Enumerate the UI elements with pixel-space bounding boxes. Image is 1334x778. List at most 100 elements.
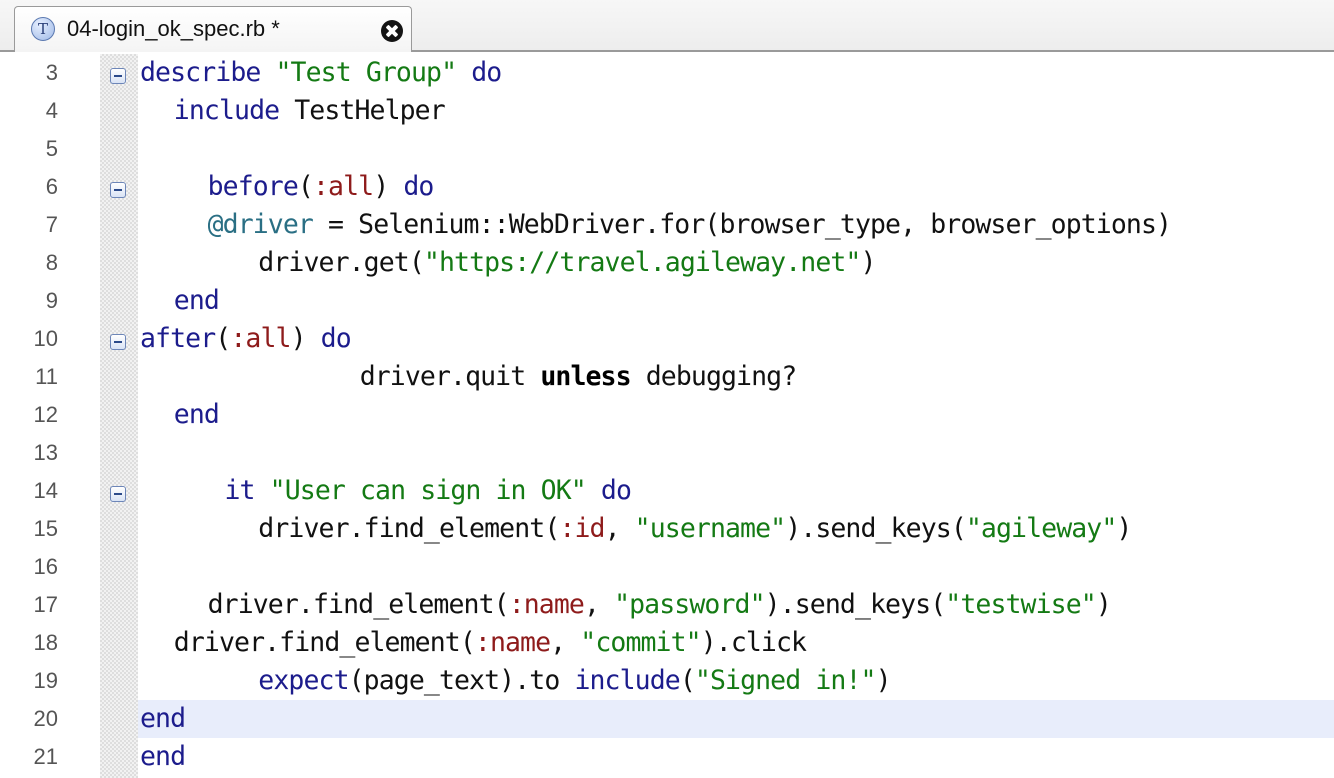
line-number: 5 <box>45 136 58 161</box>
code-line[interactable]: 19 expect(page_text).to include("Signed i… <box>0 662 1334 700</box>
code-line[interactable]: 13 <box>0 434 1334 472</box>
code-token-plain: ) <box>1116 513 1132 544</box>
code-line[interactable]: 3 describe "Test Group" do <box>0 54 1334 92</box>
code-token-kwb: unless <box>540 361 631 392</box>
code-line[interactable]: 11 driver.quit unless debugging? <box>0 358 1334 396</box>
collapse-fold-icon[interactable] <box>110 486 126 502</box>
code-text: it "User can sign in OK" do <box>225 472 632 510</box>
code-text: end <box>174 282 220 320</box>
code-token-kw: after <box>140 323 216 354</box>
code-token-str: "commit" <box>580 627 701 658</box>
code-token-plain: ) <box>373 171 404 202</box>
code-text: include TestHelper <box>173 92 446 130</box>
code-token-plain: driver.get( <box>258 247 425 278</box>
code-text: before(:all) do <box>207 168 435 206</box>
code-text: end <box>173 396 220 434</box>
code-line[interactable]: 17 driver.find_element(:name, "password")… <box>0 586 1334 624</box>
code-line[interactable]: 7 @driver = Selenium::WebDriver.for(brows… <box>0 206 1334 244</box>
code-token-kw: end <box>140 741 186 772</box>
code-line[interactable]: 12 end <box>0 396 1334 434</box>
code-token-sym: :id <box>559 513 605 544</box>
code-token-plain: driver.quit <box>359 361 541 392</box>
code-token-str: "User can sign in OK" <box>269 475 587 506</box>
line-number: 13 <box>33 440 58 465</box>
close-icon[interactable] <box>381 20 403 42</box>
code-text: end <box>140 700 186 738</box>
code-token-kw: it <box>224 475 256 506</box>
code-token-str: "https://travel.agileway.net" <box>423 247 861 278</box>
code-token-sym: :name <box>474 627 551 658</box>
code-token-plain: TestHelper <box>279 95 445 126</box>
code-token-str: "username" <box>634 513 786 544</box>
line-number: 3 <box>45 60 58 85</box>
code-token-plain: ( <box>679 665 696 696</box>
code-token-plain: driver.find_element( <box>207 589 510 620</box>
code-token-sym: :all <box>230 323 291 354</box>
code-token-str: "Signed in!" <box>694 665 877 696</box>
code-token-str: "testwise" <box>945 589 1096 620</box>
line-number: 16 <box>33 554 58 579</box>
code-token-plain: ).send_keys( <box>764 589 947 620</box>
line-number: 17 <box>33 592 58 617</box>
code-token-plain: , <box>550 627 581 658</box>
line-number: 9 <box>45 288 58 313</box>
code-line[interactable]: 20 end <box>0 700 1334 738</box>
line-number: 12 <box>33 402 58 427</box>
tab-login-ok-spec[interactable]: T 04-login_ok_spec.rb * <box>14 6 412 52</box>
code-token-plain: ( <box>215 323 231 354</box>
code-token-plain: ) <box>860 247 876 278</box>
code-token-kw: before <box>207 171 299 202</box>
code-line[interactable]: 4 include TestHelper <box>0 92 1334 130</box>
line-number: 4 <box>45 98 58 123</box>
code-token-kw: describe <box>140 57 261 88</box>
code-token-kw: do <box>600 475 632 506</box>
line-number: 20 <box>33 706 58 731</box>
code-line[interactable]: 9 end <box>0 282 1334 320</box>
code-text: driver.find_element(:name, "commit").cli… <box>174 624 807 662</box>
code-line[interactable]: 14 it "User can sign in OK" do <box>0 472 1334 510</box>
code-token-kw: do <box>403 171 434 202</box>
code-token-plain: ) <box>290 323 321 354</box>
code-token-ivar: @driver <box>207 209 314 240</box>
code-line[interactable]: 21 end <box>0 738 1334 776</box>
code-token-plain: ( <box>297 171 314 202</box>
code-text: end <box>140 738 186 776</box>
line-number: 10 <box>33 326 58 351</box>
code-token-plain: , <box>604 513 635 544</box>
code-token-str: "Test Group" <box>275 57 458 88</box>
collapse-fold-icon[interactable] <box>110 334 126 350</box>
code-line[interactable]: 15 driver.find_element(:id, "username").s… <box>0 510 1334 548</box>
code-line[interactable]: 18 driver.find_element(:name, "commit").c… <box>0 624 1334 662</box>
code-token-kw: do <box>320 323 352 354</box>
code-text: @driver = Selenium::WebDriver.for(browse… <box>208 206 1172 244</box>
code-token-kw: include <box>173 95 280 126</box>
code-line[interactable]: 5 <box>0 130 1334 168</box>
ruby-test-file-icon: T <box>31 17 55 41</box>
code-token-kw: expect <box>258 665 349 696</box>
code-text: driver.get("https://travel.agileway.net"… <box>258 244 876 282</box>
code-editor[interactable]: 3 describe "Test Group" do 4 include TestHe… <box>0 54 1334 778</box>
code-line[interactable]: 8 driver.get("https://travel.agileway.net… <box>0 244 1334 282</box>
code-token-plain: driver.find_element( <box>258 513 560 544</box>
code-text: after(:all) do <box>140 320 352 358</box>
code-line[interactable]: 6 before(:all) do <box>0 168 1334 206</box>
collapse-fold-icon[interactable] <box>110 68 126 84</box>
tab-title: 04-login_ok_spec.rb * <box>67 16 280 41</box>
editor-tab-bar: T 04-login_ok_spec.rb * <box>0 0 1334 52</box>
code-token-kw: end <box>173 399 220 430</box>
code-token-sym: :all <box>312 171 374 202</box>
code-token-plain: ) <box>875 665 892 696</box>
code-line[interactable]: 16 <box>0 548 1334 586</box>
line-number: 18 <box>33 630 58 655</box>
line-number: 6 <box>45 174 58 199</box>
code-token-str: "password" <box>614 589 765 620</box>
collapse-fold-icon[interactable] <box>110 182 126 198</box>
line-number: 7 <box>45 212 58 237</box>
line-number: 11 <box>35 364 58 389</box>
code-line[interactable]: 10 after(:all) do <box>0 320 1334 358</box>
code-token-plain: ) <box>1095 589 1112 620</box>
line-number: 8 <box>45 250 58 275</box>
